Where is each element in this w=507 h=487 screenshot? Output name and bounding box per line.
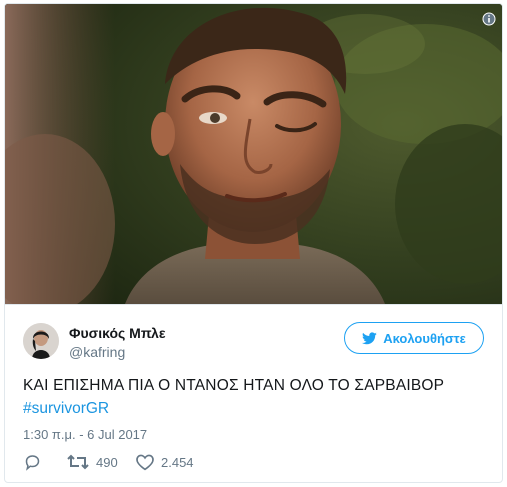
man-winking-photo xyxy=(5,4,502,304)
tweet-timestamp[interactable]: 1:30 π.μ. - 6 Jul 2017 xyxy=(23,427,147,442)
like-count: 2.454 xyxy=(161,454,194,470)
follow-button[interactable]: Ακολουθήστε xyxy=(344,322,484,354)
heart-icon xyxy=(136,454,154,471)
author-handle[interactable]: @kafring xyxy=(69,344,125,360)
tweet-photo[interactable] xyxy=(5,4,502,304)
tweet-text: ΚΑΙ ΕΠΙΣΗΜΑ ΠΙΑ Ο ΝΤΑΝΟΣ ΗΤΑΝ ΟΛΟ ΤΟ ΣΑΡ… xyxy=(23,377,445,394)
like-action[interactable]: 2.454 xyxy=(135,453,194,471)
reply-action[interactable] xyxy=(23,453,42,471)
author-avatar[interactable] xyxy=(23,323,59,359)
author-name[interactable]: Φυσικός Μπλε xyxy=(69,325,165,341)
avatar-image xyxy=(23,323,59,359)
media-divider xyxy=(5,304,502,305)
twitter-bird-icon xyxy=(362,331,377,344)
embedded-tweet-card: Φυσικός Μπλε @kafring Ακολουθήστε ΚΑΙ ΕΠ… xyxy=(4,3,503,483)
retweet-action[interactable]: 490 xyxy=(66,453,118,471)
info-icon[interactable] xyxy=(482,12,496,26)
retweet-count: 490 xyxy=(96,454,118,470)
follow-label: Ακολουθήστε xyxy=(383,330,466,346)
tweet-actions: 490 2.454 xyxy=(23,453,323,473)
reply-icon xyxy=(25,455,40,471)
hashtag-link[interactable]: #survivorGR xyxy=(23,400,109,418)
retweet-icon xyxy=(67,454,89,470)
